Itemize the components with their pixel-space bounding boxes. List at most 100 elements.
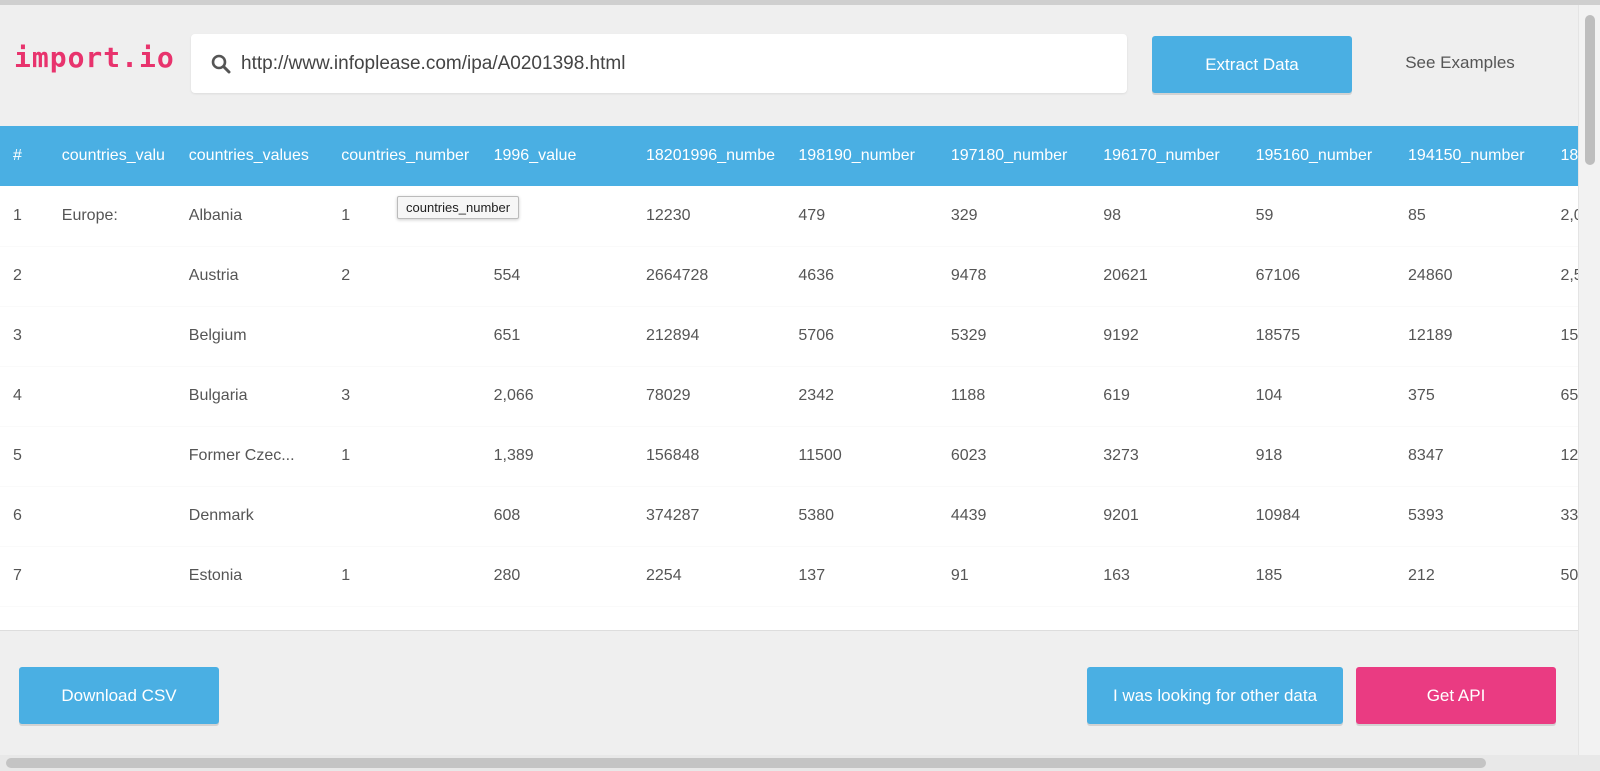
horizontal-scrollbar-thumb[interactable] [6, 758, 1486, 768]
table-cell[interactable]: 4636 [785, 246, 937, 306]
table-row[interactable]: 2 Austria 2 554 2664728 4636 9478 20621 67106 248… [0, 246, 1578, 306]
get-api-button[interactable]: Get API [1356, 667, 1556, 724]
table-cell[interactable]: 78029 [633, 366, 785, 426]
column-header[interactable]: 18201 [1547, 126, 1578, 186]
table-cell[interactable]: 9192 [1090, 306, 1242, 366]
other-data-button[interactable]: I was looking for other data [1087, 667, 1343, 724]
table-cell[interactable]: 67106 [1243, 246, 1395, 306]
table-cell[interactable]: 12230 [633, 186, 785, 246]
url-bar[interactable] [191, 34, 1127, 93]
table-row[interactable]: 3 Belgium 651 212894 5706 5329 9192 18575 12189 1… [0, 306, 1578, 366]
table-cell[interactable]: 1,389 [481, 426, 633, 486]
table-cell[interactable]: 11500 [785, 426, 937, 486]
table-cell[interactable]: 3273 [1090, 426, 1242, 486]
table-cell[interactable] [49, 366, 176, 426]
see-examples-link[interactable]: See Examples [1380, 53, 1540, 73]
table-row[interactable]: 6 Denmark 608 374287 5380 4439 9201 10984 5393 33… [0, 486, 1578, 546]
table-cell[interactable]: 65,85 [1547, 366, 1578, 426]
table-cell[interactable]: 120,0 [1547, 426, 1578, 486]
column-header[interactable]: 1996_value [481, 126, 633, 186]
data-table-container[interactable]: # countries_valu countries_values countr… [0, 126, 1578, 630]
table-cell[interactable]: 1188 [938, 366, 1090, 426]
table-cell[interactable]: 506 [1547, 546, 1578, 606]
table-cell[interactable]: 2 [0, 246, 49, 306]
table-cell[interactable]: 137 [785, 546, 937, 606]
column-header[interactable]: countries_valu [49, 126, 176, 186]
table-cell[interactable]: 918 [1243, 426, 1395, 486]
table-row[interactable]: 5 Former Czec... 1 1,389 156848 11500 6023 3273… [0, 426, 1578, 486]
table-cell[interactable]: Bulgaria [176, 366, 328, 426]
table-cell[interactable]: 212894 [633, 306, 785, 366]
table-cell[interactable]: 554 [481, 246, 633, 306]
table-cell[interactable]: 10984 [1243, 486, 1395, 546]
download-csv-button[interactable]: Download CSV [19, 667, 219, 724]
table-cell[interactable]: 212 [1395, 546, 1547, 606]
column-header[interactable]: 195160_number [1243, 126, 1395, 186]
table-cell[interactable]: 5393 [1395, 486, 1547, 546]
column-header[interactable]: countries_number [328, 126, 480, 186]
table-cell[interactable]: 158,2 [1547, 306, 1578, 366]
column-header[interactable]: 18201996_numbe [633, 126, 785, 186]
table-cell[interactable]: Europe: [49, 186, 176, 246]
table-cell[interactable]: Estonia [176, 546, 328, 606]
table-cell[interactable]: 85 [1395, 186, 1547, 246]
table-cell[interactable]: 619 [1090, 366, 1242, 426]
table-row[interactable]: 7 Estonia1280225413791163185212506 [0, 546, 1578, 606]
table-cell[interactable]: 185 [1243, 546, 1395, 606]
table-cell[interactable]: 4 [0, 366, 49, 426]
table-cell[interactable]: 8347 [1395, 426, 1547, 486]
table-cell[interactable]: Austria [176, 246, 328, 306]
table-cell[interactable]: 329 [938, 186, 1090, 246]
table-cell[interactable]: 479 [785, 186, 937, 246]
table-cell[interactable]: 2 [328, 246, 480, 306]
table-cell[interactable]: 156848 [633, 426, 785, 486]
table-cell[interactable]: Former Czec... [176, 426, 328, 486]
table-cell[interactable]: 6 [0, 486, 49, 546]
table-cell[interactable]: 6023 [938, 426, 1090, 486]
table-cell[interactable]: 3 [328, 366, 480, 426]
table-cell[interactable] [49, 546, 176, 606]
table-cell[interactable]: Belgium [176, 306, 328, 366]
table-cell[interactable] [49, 486, 176, 546]
table-cell[interactable]: 9201 [1090, 486, 1242, 546]
table-cell[interactable]: 20621 [1090, 246, 1242, 306]
table-cell[interactable]: 2254 [633, 546, 785, 606]
table-cell[interactable]: 2664728 [633, 246, 785, 306]
table-cell[interactable]: 651 [481, 306, 633, 366]
table-cell[interactable]: 5329 [938, 306, 1090, 366]
import-io-logo[interactable]: import.io [14, 41, 175, 74]
table-cell[interactable]: 5 [0, 426, 49, 486]
table-cell[interactable]: 24860 [1395, 246, 1547, 306]
table-cell[interactable]: 104 [1243, 366, 1395, 426]
table-cell[interactable]: 163 [1090, 546, 1242, 606]
table-cell[interactable]: Albania [176, 186, 328, 246]
table-cell[interactable]: 1 [0, 186, 49, 246]
table-cell[interactable] [49, 306, 176, 366]
column-header[interactable]: 196170_number [1090, 126, 1242, 186]
table-cell[interactable]: 280 [481, 546, 633, 606]
table-cell[interactable]: 2,534 [1547, 246, 1578, 306]
table-cell[interactable] [328, 306, 480, 366]
url-input[interactable] [241, 34, 1111, 93]
table-cell[interactable]: 9478 [938, 246, 1090, 306]
column-header[interactable]: 197180_number [938, 126, 1090, 186]
table-cell[interactable]: 3 [0, 306, 49, 366]
table-cell[interactable]: 374287 [633, 486, 785, 546]
table-cell[interactable]: Denmark [176, 486, 328, 546]
table-cell[interactable] [328, 486, 480, 546]
table-cell[interactable]: 18575 [1243, 306, 1395, 366]
vertical-scrollbar[interactable] [1578, 5, 1600, 757]
table-cell[interactable]: 375 [1395, 366, 1547, 426]
column-header[interactable]: 194150_number [1395, 126, 1547, 186]
column-header[interactable]: # [0, 126, 49, 186]
table-cell[interactable] [49, 426, 176, 486]
table-cell[interactable]: 91 [938, 546, 1090, 606]
table-cell[interactable] [49, 246, 176, 306]
extract-data-button[interactable]: Extract Data [1152, 36, 1352, 93]
table-cell[interactable]: 335,0 [1547, 486, 1578, 546]
column-header[interactable]: countries_values [176, 126, 328, 186]
table-cell[interactable]: 5706 [785, 306, 937, 366]
table-cell[interactable]: 1 [328, 426, 480, 486]
table-cell[interactable]: 608 [481, 486, 633, 546]
table-cell[interactable]: 59 [1243, 186, 1395, 246]
